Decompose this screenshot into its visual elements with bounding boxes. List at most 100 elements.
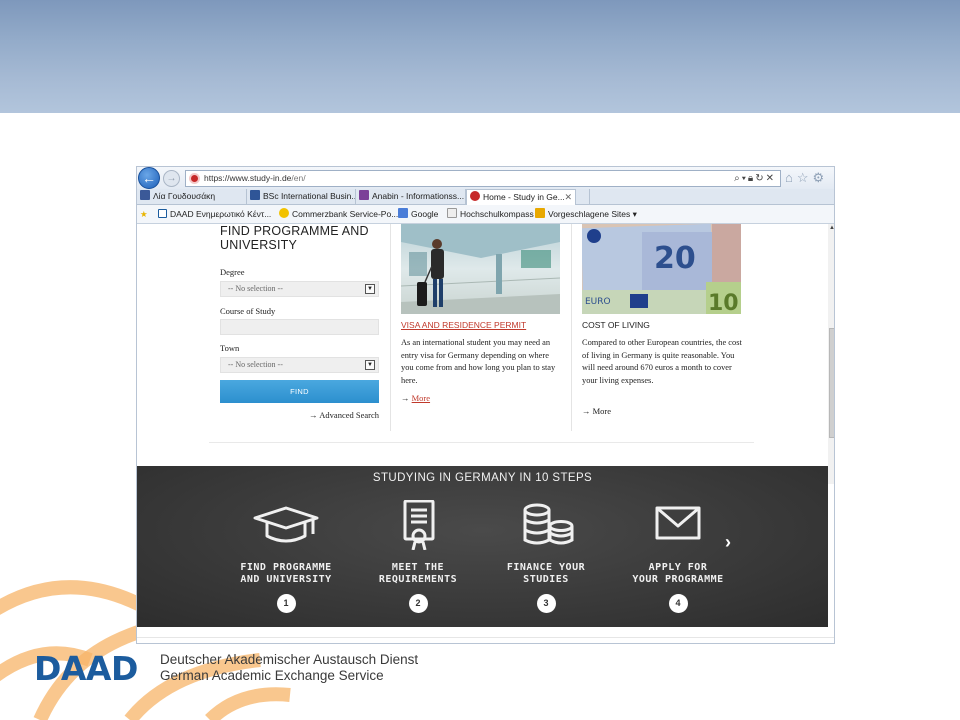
google-icon — [398, 208, 408, 218]
page-icon — [535, 208, 545, 218]
graduation-cap-icon — [253, 506, 319, 543]
step-number-badge: 3 — [536, 594, 556, 613]
step-1[interactable]: FIND PROGRAMME AND UNIVERSITY 1 — [221, 500, 351, 613]
visa-card-body: As an international student you may need… — [401, 338, 556, 385]
scrollbar-thumb[interactable] — [829, 328, 834, 438]
degree-label: Degree — [220, 267, 245, 277]
step-3[interactable]: FINANCE YOUR STUDIES 3 — [481, 500, 611, 613]
page-icon — [250, 190, 260, 200]
svg-text:10: 10 — [708, 291, 739, 314]
browser-window: ← → https://www.study-in.de/en/ ⌕▾🔒︎↻✕ ⌂… — [136, 166, 835, 644]
cost-more-link[interactable]: → More — [582, 406, 611, 416]
course-of-study-input[interactable] — [220, 319, 379, 335]
favorite-google[interactable]: Google — [398, 208, 438, 221]
browser-toolbar-icons: ⌂☆⚙ — [785, 169, 828, 186]
program-search-panel: FIND PROGRAMME AND UNIVERSITY Degree -- … — [220, 224, 390, 420]
more-label: More — [592, 406, 612, 416]
arrow-right-icon: → — [309, 410, 320, 420]
dropdown-arrow-icon[interactable]: ▼ — [365, 284, 375, 294]
page-icon — [279, 208, 289, 218]
tab-label: Anabin - Informationss... — [372, 191, 465, 201]
org-name-german: Deutscher Akademischer Austausch Dienst — [160, 652, 419, 667]
arrow-right-icon: → — [582, 406, 593, 416]
back-arrow-icon[interactable]: ← — [138, 167, 160, 189]
more-label: More — [411, 393, 431, 403]
svg-text:EURO: EURO — [585, 297, 611, 307]
facebook-icon — [140, 190, 150, 200]
site-favicon-icon — [470, 191, 480, 201]
visa-more-link[interactable]: → More — [401, 393, 430, 403]
step-number-badge: 4 — [668, 594, 688, 613]
address-bar-actions: ⌕▾🔒︎↻✕ — [734, 172, 776, 185]
favorites-star-icon[interactable]: ☆ — [797, 170, 813, 185]
tab-study-in-germany[interactable]: Home - Study in Ge... ✕ — [466, 189, 576, 205]
address-bar-row: ← → https://www.study-in.de/en/ ⌕▾🔒︎↻✕ ⌂… — [137, 167, 834, 189]
tab-label: BSc International Busin... — [263, 191, 356, 201]
coins-icon — [523, 503, 574, 545]
url-text: https://www.study-in.de/en/ — [204, 173, 306, 183]
tab-anabin[interactable]: Anabin - Informationss... — [356, 189, 466, 205]
close-icon[interactable]: ✕ — [564, 190, 572, 205]
tab-label: Λία Γουδουσάκη — [153, 191, 216, 201]
search-icon[interactable]: ⌕ — [734, 173, 742, 184]
favorite-label: Hochschulkompass — [460, 209, 534, 219]
address-bar[interactable]: https://www.study-in.de/en/ ⌕▾🔒︎↻✕ — [185, 170, 781, 187]
airport-traveller-photo[interactable] — [401, 224, 560, 314]
tab-label: Home - Study in Ge... — [483, 192, 565, 202]
favorite-commerzbank[interactable]: Commerzbank Service-Po... — [279, 208, 398, 221]
settings-gear-icon[interactable]: ⚙ — [813, 170, 829, 185]
favorite-label: Google — [411, 209, 439, 219]
step-number-badge: 1 — [276, 594, 296, 613]
step-label: FIND PROGRAMME AND UNIVERSITY — [240, 562, 332, 585]
home-icon[interactable]: ⌂ — [785, 170, 797, 185]
steps-title: STUDYING IN GERMANY IN 10 STEPS — [372, 472, 593, 484]
page-divider — [137, 637, 834, 638]
page-icon — [447, 208, 457, 218]
favorites-star-icon[interactable]: ★ — [140, 208, 148, 221]
step-label: FINANCE YOUR STUDIES — [506, 562, 586, 585]
favorite-label: Commerzbank Service-Po... — [292, 209, 399, 219]
search-panel-title: FIND PROGRAMME AND UNIVERSITY — [220, 224, 369, 252]
arrow-right-icon: → — [401, 393, 412, 403]
town-select[interactable]: -- No selection -- ▼ — [220, 357, 379, 373]
scrollbar[interactable]: ▲ — [828, 224, 834, 484]
degree-select[interactable]: -- No selection -- ▼ — [220, 281, 379, 297]
org-name-english: German Academic Exchange Service — [160, 668, 384, 683]
step-label: MEET THE REQUIREMENTS — [378, 562, 458, 585]
favorite-label: Vorgeschlagene Sites ▾ — [548, 209, 637, 219]
favorite-daad[interactable]: DAAD Ενημερωτικό Κέντ... — [158, 208, 271, 221]
dropdown-arrow-icon[interactable]: ▼ — [365, 360, 375, 370]
envelope-icon — [655, 506, 701, 540]
daad-logo: DAAD — [34, 649, 138, 688]
presentation-slide: ← → https://www.study-in.de/en/ ⌕▾🔒︎↻✕ ⌂… — [0, 0, 960, 720]
refresh-icon[interactable]: ↻ — [755, 173, 765, 184]
column-divider — [571, 224, 572, 431]
step-4[interactable]: APPLY FOR YOUR PROGRAMME 4 — [613, 500, 743, 613]
chevron-right-icon[interactable]: › — [725, 532, 731, 553]
section-divider — [209, 442, 754, 443]
new-tab-button[interactable] — [576, 189, 590, 205]
town-label: Town — [220, 343, 240, 353]
tab-bsc[interactable]: BSc International Busin... — [247, 189, 356, 205]
page-icon — [158, 209, 167, 218]
favorite-label: DAAD Ενημερωτικό Κέντ... — [170, 209, 272, 219]
favorites-bar: ★ DAAD Ενημερωτικό Κέντ... Commerzbank S… — [137, 205, 834, 224]
forward-arrow-icon[interactable]: → — [163, 170, 180, 187]
slide-header-banner — [0, 0, 960, 113]
stop-icon[interactable]: ✕ — [766, 173, 776, 184]
favorite-hochschulkompass[interactable]: Hochschulkompass — [447, 208, 534, 221]
svg-text:20: 20 — [654, 241, 696, 276]
visa-card-title-link[interactable]: VISA AND RESIDENCE PERMIT — [401, 320, 526, 331]
degree-value: -- No selection -- — [228, 284, 283, 293]
favorite-suggested-sites[interactable]: Vorgeschlagene Sites ▾ — [535, 208, 637, 221]
cost-card-title[interactable]: COST OF LIVING — [582, 320, 650, 331]
step-2[interactable]: MEET THE REQUIREMENTS 2 — [353, 500, 483, 613]
advanced-search-link[interactable]: → Advanced Search — [309, 410, 379, 420]
scroll-up-arrow-icon[interactable]: ▲ — [829, 225, 834, 231]
find-button[interactable]: FIND — [220, 380, 379, 403]
web-page-content: ▲ FIND PROGRAMME AND UNIVERSITY Degree -… — [137, 224, 834, 643]
euro-banknotes-photo[interactable]: 20 EURO 10 — [582, 224, 741, 314]
tab-facebook[interactable]: Λία Γουδουσάκη — [137, 189, 247, 205]
course-of-study-label: Course of Study — [220, 306, 276, 316]
site-favicon-icon — [189, 173, 200, 184]
